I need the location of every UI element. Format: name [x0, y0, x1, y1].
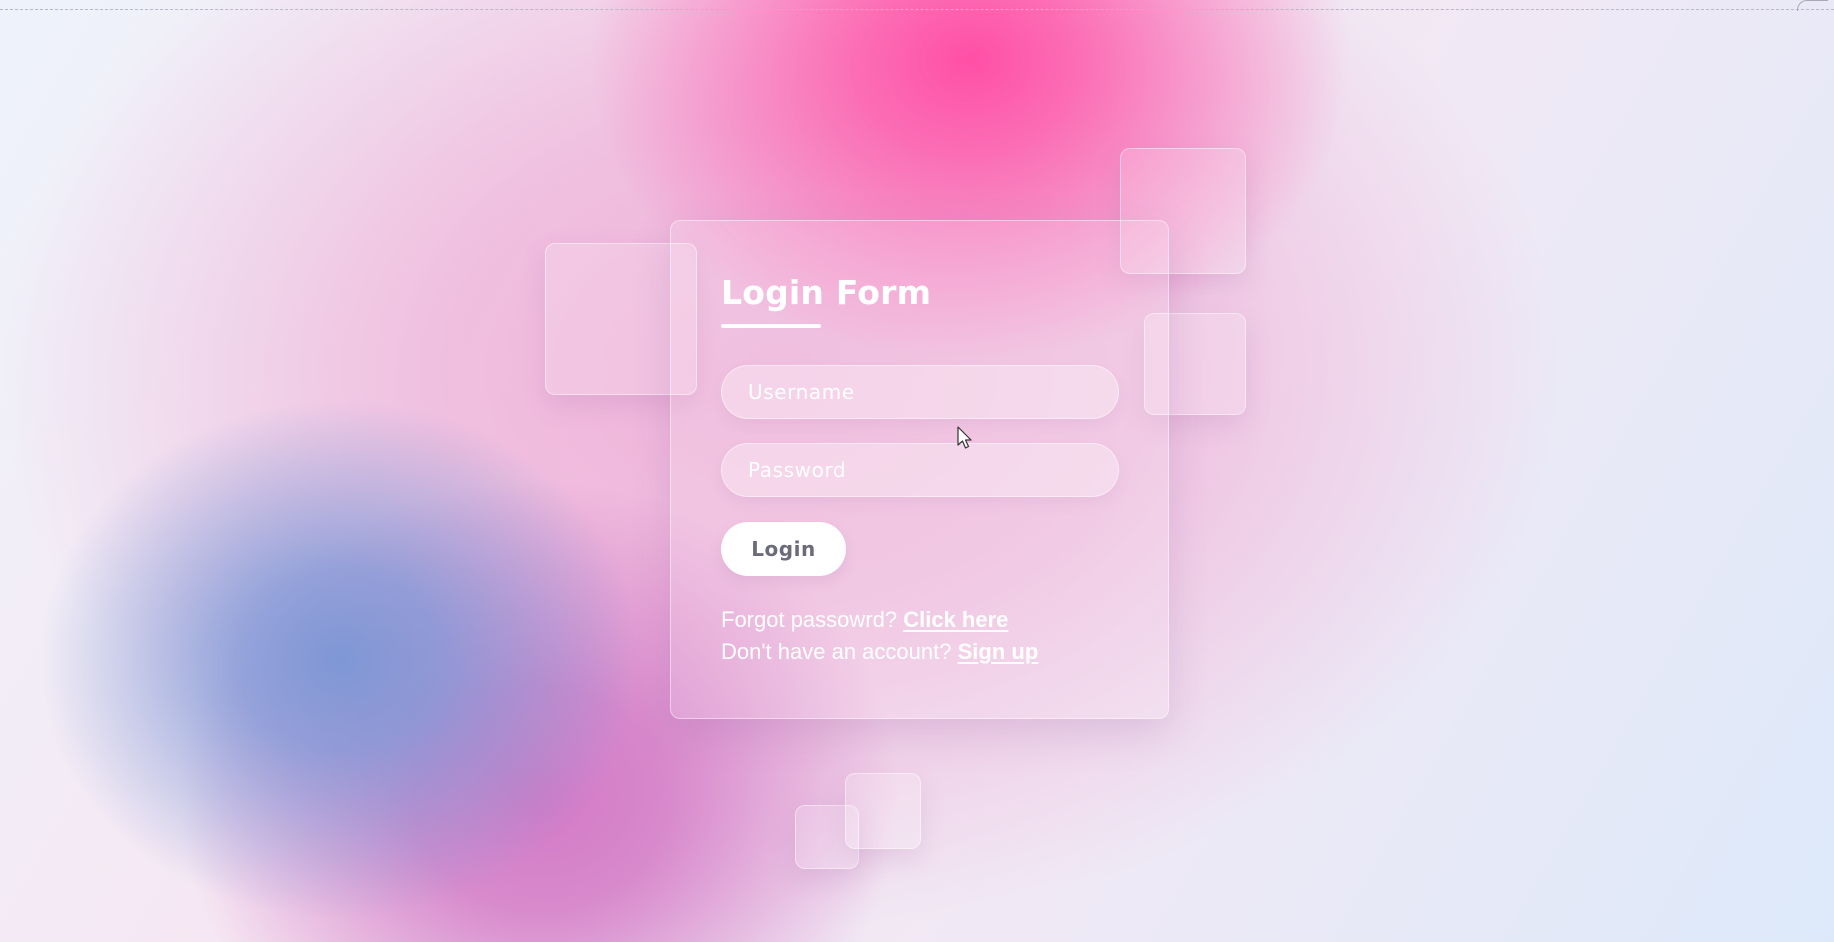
username-input[interactable] — [721, 365, 1119, 419]
mouse-cursor-icon — [957, 426, 972, 449]
title-underline — [721, 324, 821, 328]
login-form: Login Form Login Forgot passowrd? Click … — [670, 220, 1169, 719]
top-corner-decoration — [1797, 0, 1828, 11]
password-input[interactable] — [721, 443, 1119, 497]
login-button[interactable]: Login — [721, 522, 846, 576]
signup-link[interactable]: Sign up — [958, 639, 1039, 664]
signup-line: Don't have an account? Sign up — [721, 639, 1038, 665]
forgot-password-text: Forgot passowrd? — [721, 607, 898, 632]
signup-text: Don't have an account? — [721, 639, 952, 664]
decorative-square — [845, 773, 921, 849]
form-title: Login Form — [721, 273, 932, 312]
forgot-password-line: Forgot passowrd? Click here — [721, 607, 1008, 633]
forgot-password-link[interactable]: Click here — [903, 607, 1008, 632]
top-dashed-guide — [0, 9, 1834, 10]
